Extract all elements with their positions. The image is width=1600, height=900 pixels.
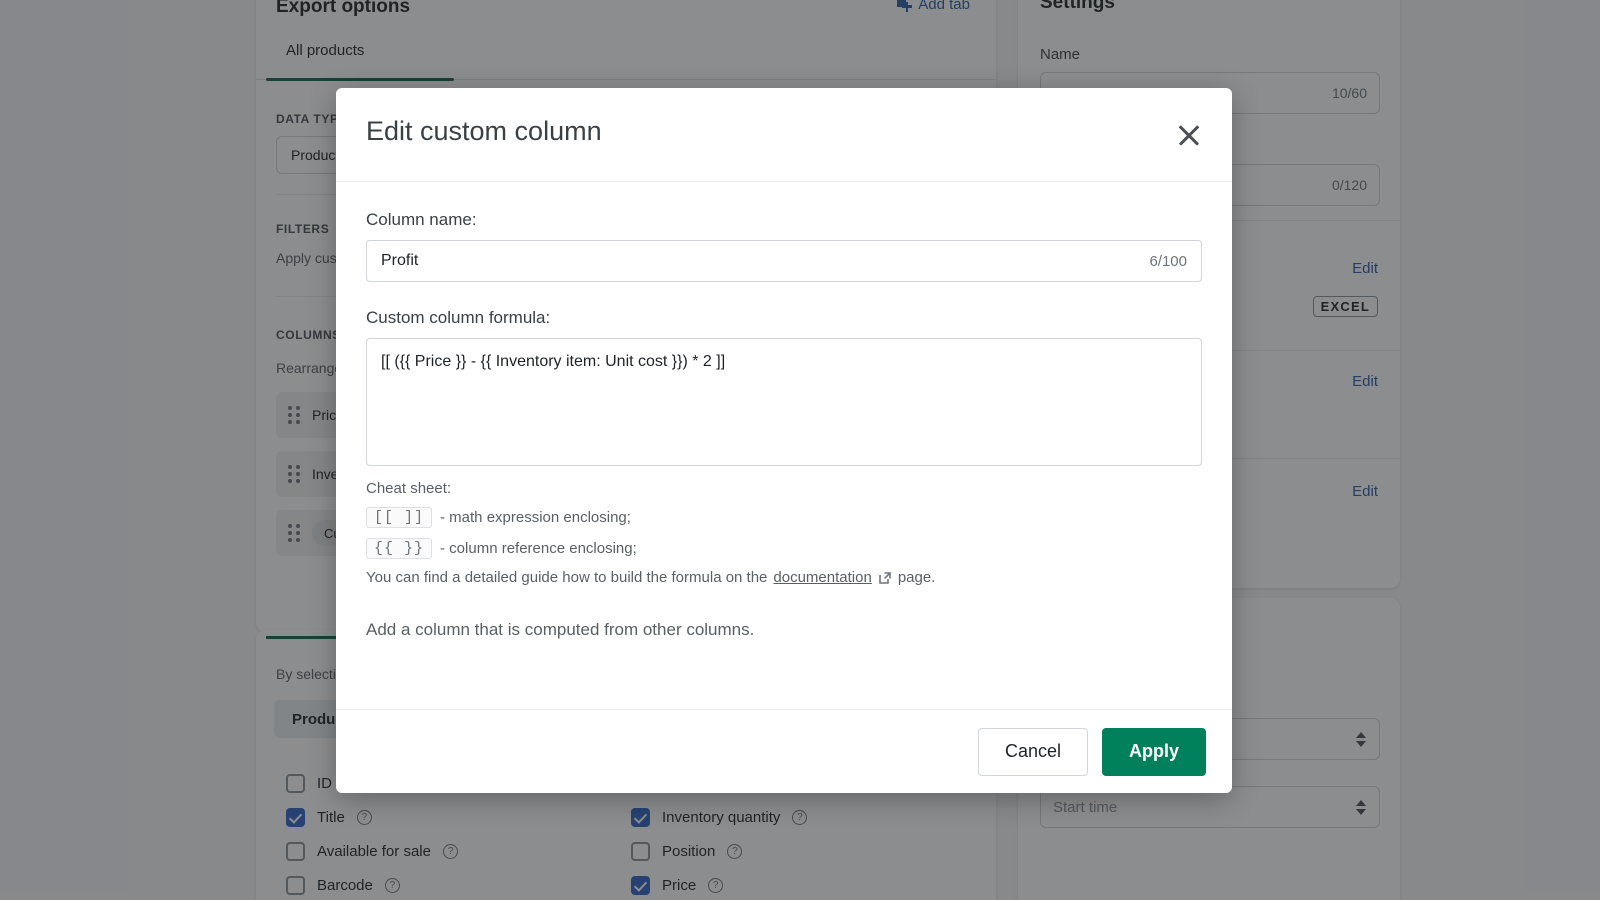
cheat-sheet-title: Cheat sheet: bbox=[366, 480, 1202, 497]
close-icon[interactable] bbox=[1172, 118, 1206, 152]
column-name-label: Column name: bbox=[366, 210, 1202, 230]
documentation-suffix: page. bbox=[898, 569, 936, 586]
cheat-sheet-row-column: {{ }} - column reference enclosing; bbox=[366, 538, 1202, 559]
column-name-input[interactable]: Profit 6/100 bbox=[366, 240, 1202, 282]
apply-button[interactable]: Apply bbox=[1102, 728, 1206, 776]
cheat-sheet-text-math: - math expression enclosing; bbox=[440, 509, 631, 526]
screen-root: Export options Add tab All products DATA… bbox=[0, 0, 1600, 900]
code-chip-column: {{ }} bbox=[366, 538, 432, 559]
documentation-link[interactable]: documentation bbox=[773, 569, 871, 586]
dialog-title: Edit custom column bbox=[366, 116, 602, 147]
dialog-help-text: Add a column that is computed from other… bbox=[366, 620, 1202, 640]
documentation-line: You can find a detailed guide how to bui… bbox=[366, 569, 1202, 586]
dialog-body: Column name: Profit 6/100 Custom column … bbox=[336, 182, 1232, 709]
cancel-button[interactable]: Cancel bbox=[978, 728, 1088, 776]
formula-label: Custom column formula: bbox=[366, 308, 1202, 328]
external-link-icon[interactable] bbox=[878, 571, 892, 585]
code-chip-math: [[ ]] bbox=[366, 507, 432, 528]
dialog-footer: Cancel Apply bbox=[336, 709, 1232, 793]
documentation-prefix: You can find a detailed guide how to bui… bbox=[366, 569, 767, 586]
cheat-sheet-text-column: - column reference enclosing; bbox=[440, 540, 637, 557]
column-name-value: Profit bbox=[381, 252, 418, 270]
column-name-counter: 6/100 bbox=[1149, 253, 1187, 270]
edit-custom-column-dialog: Edit custom column Column name: Profit 6… bbox=[336, 88, 1232, 793]
dialog-header: Edit custom column bbox=[336, 88, 1232, 182]
formula-textarea[interactable]: [[ ({{ Price }} - {{ Inventory item: Uni… bbox=[366, 338, 1202, 466]
cheat-sheet-row-math: [[ ]] - math expression enclosing; bbox=[366, 507, 1202, 528]
